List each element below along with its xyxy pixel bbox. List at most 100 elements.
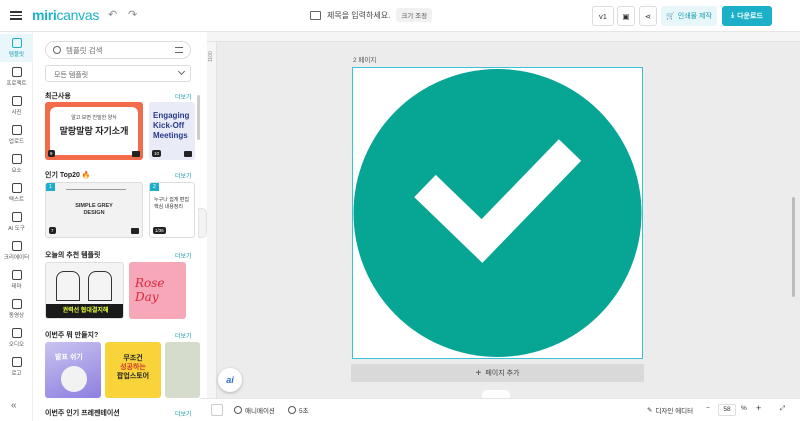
logo-icon (11, 357, 22, 367)
top-bar: miricanvas ↶ ↷ 제목을 입력하세요. 크기 조정 v1 ▣ ⋖ 🛒… (0, 0, 800, 32)
search-icon (53, 46, 61, 54)
folder-icon[interactable] (310, 10, 321, 20)
rail-label: 프로젝트 (6, 81, 27, 87)
section-title-recommend: 오늘의 추천 템플릿 (45, 252, 101, 259)
rail-item-photo[interactable]: 사진 (0, 92, 33, 120)
rail-item-audio[interactable]: 오디오 (0, 324, 33, 352)
more-link-recent[interactable]: 더보기 (175, 92, 192, 101)
panel-collapse-handle[interactable] (198, 208, 207, 238)
template-thumb-3[interactable]: SIMPLE GREY DESIGN 1 7 (45, 182, 143, 238)
section-title-recent: 최근사용 (45, 93, 71, 100)
left-rail: 템플릿 프로젝트 사진 업로드 요소 텍스트 AI 도구 크리에이터 테마 동영… (0, 32, 33, 421)
template-thumb-6[interactable]: Rose Day (129, 262, 186, 319)
title-input[interactable]: 제목을 입력하세요. (327, 10, 390, 21)
design-editor-button[interactable]: ✎ 디자인 에디터 (647, 405, 693, 415)
more-link-presentation[interactable]: 더보기 (175, 409, 192, 418)
check-circle-graphic[interactable] (353, 68, 642, 358)
version-button[interactable]: v1 (592, 6, 614, 26)
thumb-text: DESIGN (83, 210, 105, 216)
thumb-text: 발표 쉬기 (55, 354, 83, 361)
template-thumb-4[interactable]: 누구나 쉽게 편집 핵심 내용정리 2 1/36 (149, 182, 195, 238)
duration-label: 5초 (299, 408, 309, 415)
select-value: 모든 템플릿 (54, 72, 89, 79)
thumb-text: Meetings (153, 131, 188, 140)
design-editor-label: 디자인 에디터 (655, 408, 694, 415)
more-link-top20[interactable]: 더보기 (175, 171, 192, 180)
rail-item-text[interactable]: 텍스트 (0, 179, 33, 207)
more-link-week[interactable]: 더보기 (175, 331, 192, 340)
cart-icon: 🛒 (666, 13, 675, 20)
resize-chip[interactable]: 크기 조정 (396, 8, 433, 22)
ruler-label: 1100 (208, 51, 214, 62)
template-panel: 모든 템플릿 최근사용 더보기 알고 보면 친밀한 양식 말랑말랑 자기소개 9… (33, 32, 200, 421)
canvas-area: 1100 2 페이지 + 페이지 추가 (207, 32, 800, 398)
download-label: 다운로드 (737, 13, 763, 20)
section-title-presentation: 이번주 인기 프레젠테이션 (45, 410, 120, 417)
rail-item-theme[interactable]: 테마 (0, 266, 33, 294)
design-page[interactable] (352, 67, 643, 359)
crown-icon (131, 228, 139, 234)
rail-label: 크리에이터 (3, 255, 30, 261)
thumb-text: 팝업스토어 (116, 373, 150, 380)
zoom-input[interactable]: 58 (718, 404, 736, 416)
template-thumb-7[interactable]: 발표 쉬기 (45, 342, 101, 398)
thumb-text: Rose Day (135, 276, 165, 304)
template-thumb-8[interactable]: 무조건 성공하는 팝업스토어 (105, 342, 161, 398)
logo[interactable]: miricanvas (32, 7, 99, 23)
undo-icon[interactable]: ↶ (108, 8, 117, 21)
zoom-in-button[interactable]: + (756, 403, 761, 413)
more-link-recommend[interactable]: 더보기 (175, 251, 192, 260)
template-thumb-5[interactable]: 권력선 협대결지해 (45, 262, 124, 319)
pen-icon: ✎ (647, 407, 653, 414)
print-label: 인쇄물 제작 (677, 13, 712, 20)
print-order-button[interactable]: 🛒 인쇄물 제작 (661, 6, 717, 26)
add-page-button[interactable]: + 페이지 추가 (351, 364, 644, 382)
template-icon (11, 38, 22, 48)
zoom-out-button[interactable]: − (706, 405, 710, 412)
photo-icon (11, 96, 22, 106)
search-input[interactable] (66, 45, 171, 55)
download-icon: ⤓ (731, 12, 735, 19)
fullscreen-icon[interactable]: ⤢ (780, 405, 785, 413)
rail-item-video[interactable]: 동영상 (0, 295, 33, 323)
animation-button[interactable]: 애니메이션 (234, 405, 275, 415)
thumb-text: SIMPLE GREY (75, 203, 113, 209)
crown-icon (184, 151, 192, 157)
rail-item-creator[interactable]: 크리에이터 (0, 237, 33, 265)
bottom-bar: 애니메이션 5초 ✎ 디자인 에디터 − 58 % + ⤢ (200, 398, 800, 421)
rail-item-upload[interactable]: 업로드 (0, 121, 33, 149)
hamburger-menu-icon[interactable] (10, 9, 22, 21)
audio-icon (11, 328, 22, 338)
page-thumbnail-toggle[interactable] (211, 404, 223, 416)
canvas-scrollbar[interactable] (792, 197, 795, 297)
template-select[interactable]: 모든 템플릿 (45, 65, 191, 82)
title-area: 제목을 입력하세요. 크기 조정 (310, 8, 433, 22)
filter-icon[interactable] (175, 47, 183, 53)
template-thumb-2[interactable]: Engaging Kick-Off Meetings 10 (149, 102, 195, 160)
template-thumb-9[interactable] (165, 342, 200, 398)
download-button[interactable]: ⤓ 다운로드 (722, 6, 772, 26)
ai-assistant-button[interactable]: ai (218, 368, 242, 392)
rail-label: 테마 (11, 284, 22, 290)
duration-button[interactable]: 5초 (288, 405, 309, 415)
animation-icon (234, 406, 242, 414)
rail-label: 로고 (11, 371, 22, 377)
rail-item-ai-tools[interactable]: AI 도구 (0, 208, 33, 236)
save-icon[interactable]: ▣ (617, 6, 635, 26)
rail-item-logo[interactable]: 로고 (0, 353, 33, 381)
panel-scrollbar[interactable] (197, 95, 200, 140)
collapse-icon[interactable]: « (11, 400, 17, 411)
template-thumb-1[interactable]: 알고 보면 친밀한 양식 말랑말랑 자기소개 9 (45, 102, 143, 160)
share-icon[interactable]: ⋖ (639, 6, 657, 26)
rail-label: 사진 (11, 110, 22, 116)
rank-badge: 2 (150, 183, 159, 191)
project-icon (11, 67, 22, 77)
redo-icon[interactable]: ↷ (128, 8, 137, 21)
video-icon (11, 299, 22, 309)
page-count-badge: 7 (49, 227, 56, 234)
search-box[interactable] (45, 41, 191, 59)
rail-item-template[interactable]: 템플릿 (0, 34, 33, 62)
rail-item-elements[interactable]: 요소 (0, 150, 33, 178)
rail-item-project[interactable]: 프로젝트 (0, 63, 33, 91)
thumb-text: Engaging (153, 111, 190, 120)
